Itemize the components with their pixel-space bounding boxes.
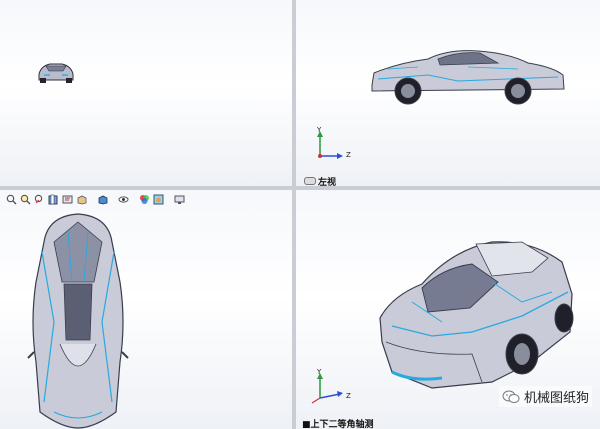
view-label-left: 左视 — [318, 178, 337, 186]
triad-z-label: Z — [346, 151, 351, 159]
view-label-dimetric: ■上下二等角轴测 — [302, 420, 374, 429]
watermark-text: 机械图纸狗 — [523, 391, 589, 406]
coordinate-triad — [311, 373, 343, 404]
viewport-left-view[interactable]: Y Z 左视 — [296, 0, 600, 186]
view-toolbar — [6, 194, 185, 205]
triad-y-label: Y — [317, 368, 322, 376]
watermark: 机械图纸狗 — [498, 386, 592, 407]
car-isometric-view — [379, 241, 574, 389]
display-style-icon[interactable] — [97, 194, 108, 205]
viewport-splitter-vertical[interactable] — [292, 0, 296, 429]
viewport-top-view[interactable] — [0, 190, 292, 429]
car-top-view — [27, 213, 129, 429]
view-orientation-icon[interactable] — [76, 194, 87, 205]
viewport-top-left[interactable] — [0, 0, 292, 186]
hide-show-icon[interactable] — [118, 194, 129, 205]
view-toggle-icon[interactable] — [304, 177, 316, 185]
zoom-area-icon[interactable] — [20, 194, 31, 205]
car-side-view — [371, 50, 565, 105]
car-front-small — [38, 63, 74, 83]
viewport-dimetric-view[interactable]: Y Z ■上下二等角轴测 机械图纸狗 — [296, 190, 600, 429]
view-settings-icon[interactable] — [174, 194, 185, 205]
zoom-to-fit-icon[interactable] — [6, 194, 17, 205]
section-view-icon[interactable] — [48, 194, 59, 205]
triad-z-label: Z — [346, 392, 351, 400]
dynamic-annotation-icon[interactable] — [62, 194, 73, 205]
previous-view-icon[interactable] — [34, 194, 45, 205]
viewport-splitter-horizontal[interactable] — [0, 186, 600, 190]
edit-appearance-icon[interactable] — [139, 194, 150, 205]
view-label-dimetric-text: 上下二等角轴测 — [310, 420, 374, 429]
apply-scene-icon[interactable] — [153, 194, 164, 205]
triad-y-label: Y — [317, 126, 322, 134]
coordinate-triad — [317, 131, 343, 159]
wechat-icon — [502, 390, 520, 403]
